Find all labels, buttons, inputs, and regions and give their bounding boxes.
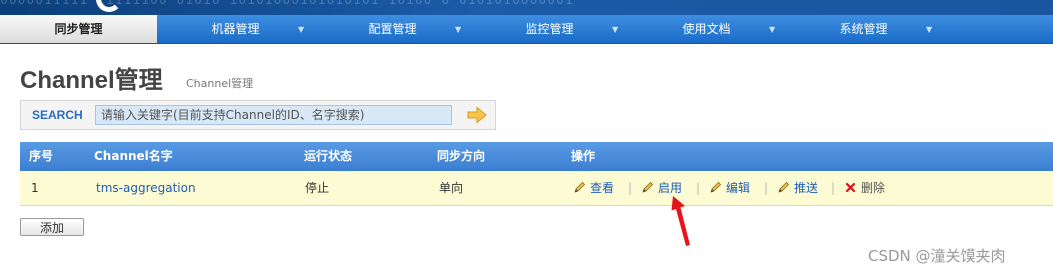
view-action[interactable]: 查看 (573, 171, 614, 205)
action-separator: | (764, 181, 769, 195)
nav-item-label: 配置管理 (368, 22, 417, 36)
pencil-icon (642, 181, 654, 193)
nav-item-label: 监控管理 (525, 22, 574, 36)
edit-action-label: 编辑 (726, 181, 751, 195)
nav-item-sync-management[interactable]: 同步管理 (0, 15, 157, 43)
channel-table: 序号 Channel名字 运行状态 同步方向 操作 1 tms-aggregat… (20, 142, 1053, 206)
edit-action[interactable]: 编辑 (709, 171, 750, 205)
action-separator: | (696, 181, 701, 195)
close-icon (845, 182, 856, 193)
watermark: CSDN @潼关馍夹肉 (868, 247, 1006, 265)
chevron-down-icon: ▼ (298, 25, 305, 34)
action-separator: | (628, 181, 633, 195)
nav-item-docs[interactable]: 使用文档 ▼ (628, 15, 785, 43)
status-value: 停止 (305, 181, 330, 195)
search-input[interactable] (95, 105, 452, 125)
chevron-down-icon: ▼ (612, 25, 619, 34)
search-label: SEARCH (32, 108, 83, 122)
nav-item-label: 机器管理 (211, 22, 260, 36)
logo-icon (96, 0, 122, 12)
nav-item-label: 同步管理 (54, 22, 103, 36)
push-action-label: 推送 (794, 181, 819, 195)
column-header-status: 运行状态 (304, 149, 353, 163)
chevron-down-icon: ▼ (455, 25, 462, 34)
banner-binary-pattern: 0000011111 11111100 01010 10101000101010… (0, 0, 574, 8)
column-header-actions: 操作 (571, 149, 596, 163)
page-title: Channel管理 (20, 67, 163, 94)
push-action[interactable]: 推送 (777, 171, 818, 205)
search-bar: SEARCH (20, 100, 496, 130)
nav-item-system-management[interactable]: 系统管理 ▼ (785, 15, 942, 43)
nav-item-config-management[interactable]: 配置管理 ▼ (314, 15, 471, 43)
table-header: 序号 Channel名字 运行状态 同步方向 操作 (20, 142, 1053, 171)
table-row: 1 tms-aggregation 停止 单向 查看 | 启用 | 编辑 | 推… (20, 171, 1053, 206)
view-action-label: 查看 (590, 181, 615, 195)
delete-action[interactable]: 删除 (844, 171, 885, 205)
action-separator: | (831, 181, 836, 195)
main-nav: 同步管理 机器管理 ▼ 配置管理 ▼ 监控管理 ▼ 使用文档 ▼ 系统管理 ▼ (0, 15, 1053, 44)
header-banner: 0000011111 11111100 01010 10101000101010… (0, 0, 1053, 15)
nav-item-label: 系统管理 (839, 22, 888, 36)
annotation-arrow-icon (671, 196, 690, 246)
direction-value: 单向 (439, 181, 464, 195)
nav-item-monitor-management[interactable]: 监控管理 ▼ (471, 15, 628, 43)
column-header-index: 序号 (29, 149, 54, 163)
add-button[interactable]: 添加 (20, 218, 84, 236)
delete-action-label: 删除 (861, 181, 886, 195)
nav-item-label: 使用文档 (682, 22, 731, 36)
chevron-down-icon: ▼ (926, 25, 933, 34)
pencil-icon (778, 181, 790, 193)
nav-item-machine-management[interactable]: 机器管理 ▼ (157, 15, 314, 43)
page-subtitle: Channel管理 (186, 77, 254, 90)
pencil-icon (710, 181, 722, 193)
row-index: 1 (31, 181, 39, 195)
channel-name-link[interactable]: tms-aggregation (96, 171, 196, 205)
arrow-right-icon[interactable] (466, 106, 488, 124)
column-header-channel-name: Channel名字 (94, 149, 173, 163)
enable-action-label: 启用 (658, 181, 683, 195)
chevron-down-icon: ▼ (769, 25, 776, 34)
pencil-icon (574, 181, 586, 193)
column-header-direction: 同步方向 (437, 149, 486, 163)
